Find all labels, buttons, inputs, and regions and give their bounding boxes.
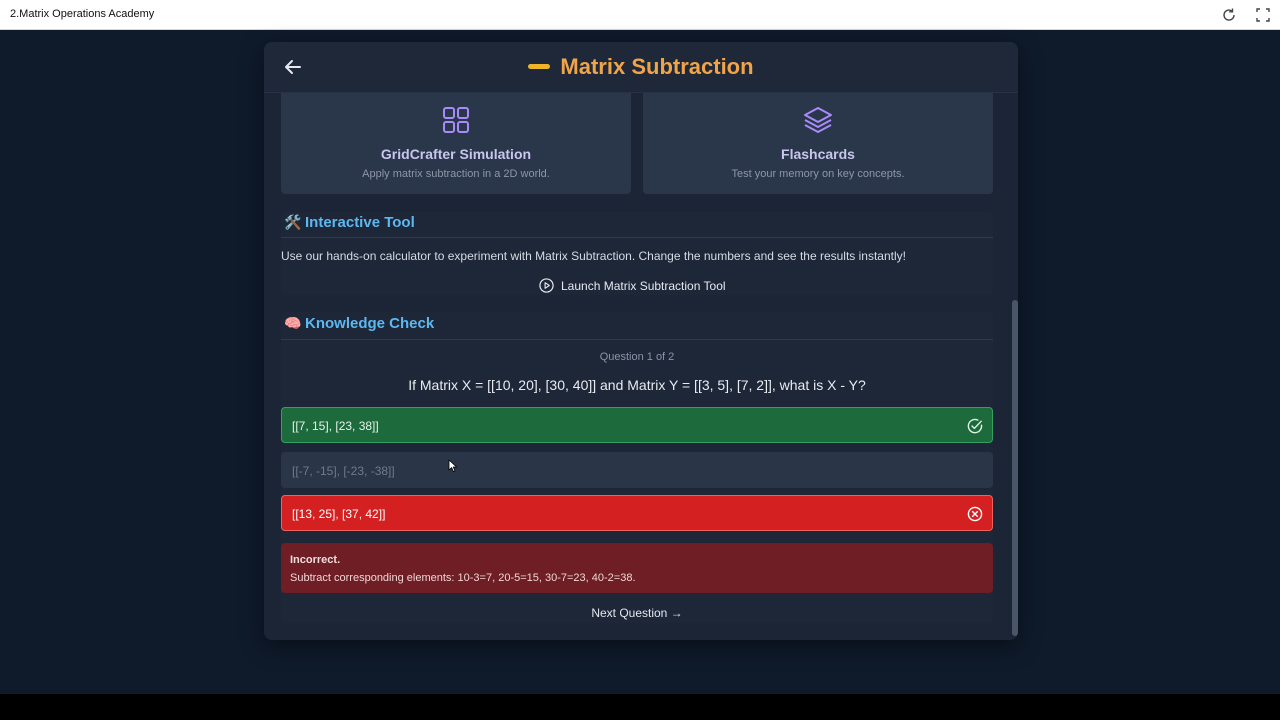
page-title-text: Matrix Subtraction — [560, 54, 754, 79]
answer-option-selected-wrong[interactable]: [[13, 25], [37, 42]] — [281, 495, 993, 531]
expand-icon[interactable] — [1255, 7, 1271, 23]
answer-option-text: [[13, 25], [37, 42]] — [292, 507, 386, 521]
answer-option-text: [[-7, -15], [-23, -38]] — [292, 464, 395, 478]
card-title: GridCrafter Simulation — [380, 146, 532, 162]
mouse-cursor-icon — [448, 459, 457, 472]
question-counter: Question 1 of 2 — [599, 351, 675, 363]
section-header: 🛠️ Interactive Tool — [281, 212, 993, 238]
grid-icon — [443, 107, 469, 133]
section-header: 🧠 Knowledge Check — [281, 312, 993, 340]
card-flashcards[interactable]: Flashcards Test your memory on key conce… — [643, 93, 993, 194]
question-text: If Matrix X = [[10, 20], [30, 40]] and M… — [408, 377, 866, 393]
modal-header: Matrix Subtraction — [264, 42, 1018, 93]
interactive-tool-section: 🛠️ Interactive Tool Use our hands-on cal… — [281, 212, 993, 295]
next-question-button[interactable]: Next Question → — [281, 606, 993, 620]
bottom-bar — [0, 694, 1280, 720]
reload-icon[interactable] — [1221, 7, 1237, 23]
feedback-explanation: Subtract corresponding elements: 10-3=7,… — [290, 572, 636, 584]
launch-tool-label: Launch Matrix Subtraction Tool — [561, 279, 726, 293]
card-title: Flashcards — [781, 146, 855, 162]
card-subtitle: Apply matrix subtraction in a 2D world. — [362, 168, 550, 180]
scrollbar-thumb[interactable] — [1012, 300, 1018, 636]
answer-option-text: [[7, 15], [23, 38]] — [292, 419, 379, 433]
answer-option-correct[interactable]: [[7, 15], [23, 38]] — [281, 407, 993, 443]
knowledge-check-section: 🧠 Knowledge Check Question 1 of 2 If Mat… — [281, 312, 993, 623]
minus-icon — [528, 63, 551, 69]
x-circle-icon — [967, 506, 983, 522]
check-circle-icon — [967, 418, 983, 434]
card-gridcrafter-simulation[interactable]: GridCrafter Simulation Apply matrix subt… — [281, 93, 631, 194]
tools-icon: 🛠️ — [284, 214, 302, 230]
lesson-modal: Matrix Subtraction GridCrafter Simulatio… — [264, 42, 1018, 640]
section-title: Knowledge Check — [305, 315, 435, 332]
feedback-heading: Incorrect. — [290, 554, 341, 566]
window-title: 2.Matrix Operations Academy — [10, 8, 155, 20]
card-subtitle: Test your memory on key concepts. — [731, 168, 905, 180]
tool-description: Use our hands-on calculator to experimen… — [281, 249, 906, 263]
page-title: Matrix Subtraction — [264, 54, 1018, 80]
brain-icon: 🧠 — [284, 315, 302, 331]
section-title: Interactive Tool — [305, 214, 415, 231]
window-titlebar: 2.Matrix Operations Academy — [0, 0, 1280, 30]
answer-option[interactable]: [[-7, -15], [-23, -38]] — [281, 452, 993, 488]
play-circle-icon — [539, 278, 554, 293]
layers-icon — [804, 107, 832, 133]
feedback-panel: Incorrect. Subtract corresponding elemen… — [281, 543, 993, 593]
